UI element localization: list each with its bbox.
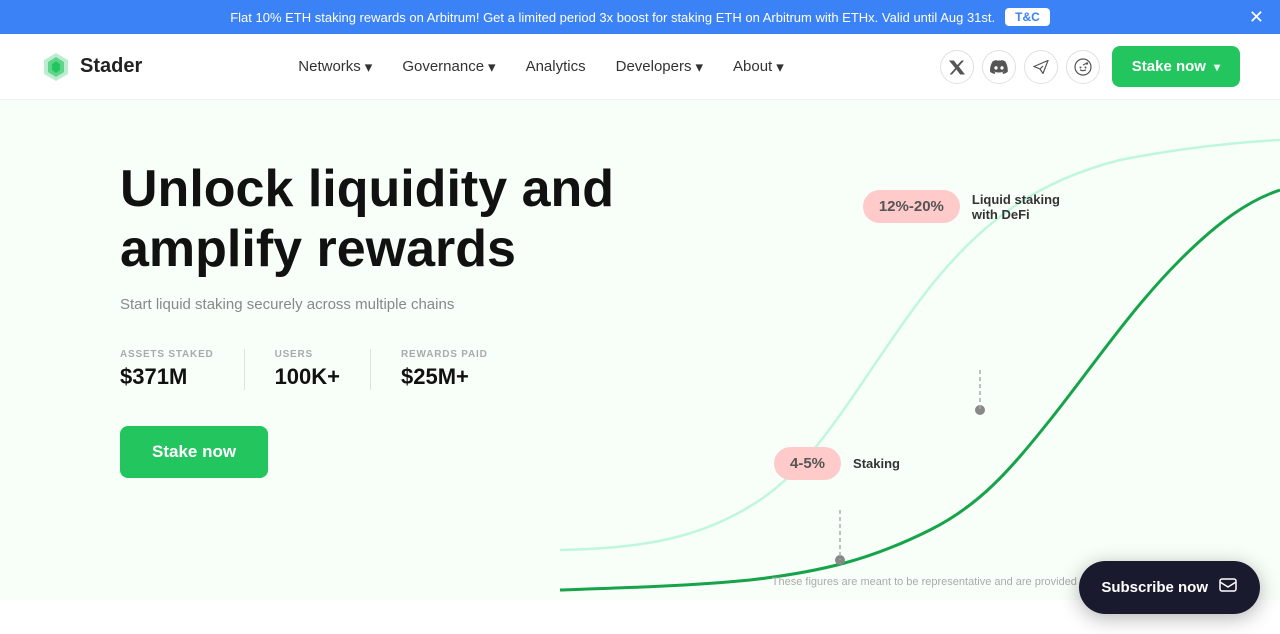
subscribe-now-button[interactable]: Subscribe now — [1079, 561, 1260, 614]
hero-content: Unlock liquidity and amplify rewards Sta… — [120, 160, 700, 478]
chevron-down-icon: ▾ — [365, 58, 373, 76]
chevron-down-icon: ▾ — [488, 58, 496, 76]
nav-governance[interactable]: Governance ▾ — [390, 50, 507, 84]
logo-text: Stader — [80, 55, 142, 78]
stat-users-value: 100K+ — [275, 364, 340, 390]
stat-users-label: USERS — [275, 349, 340, 360]
nav-networks[interactable]: Networks ▾ — [286, 50, 384, 84]
stat-rewards: REWARDS PAID $25M+ — [401, 349, 518, 390]
reddit-icon[interactable] — [1066, 50, 1100, 84]
stake-now-nav-button[interactable]: Stake now ▾ — [1112, 46, 1240, 87]
nav-about[interactable]: About ▾ — [721, 50, 796, 84]
social-icons — [940, 50, 1100, 84]
telegram-icon[interactable] — [1024, 50, 1058, 84]
staking-text-label: Staking — [853, 456, 900, 471]
defi-callout: 12%-20% Liquid stakingwith DeFi — [863, 190, 1060, 223]
stat-rewards-label: REWARDS PAID — [401, 349, 488, 360]
logo[interactable]: Stader — [40, 51, 142, 83]
stat-assets-label: ASSETS STAKED — [120, 349, 214, 360]
stat-rewards-value: $25M+ — [401, 364, 488, 390]
nav-links: Networks ▾ Governance ▾ Analytics Develo… — [286, 50, 795, 84]
defi-text-label: Liquid stakingwith DeFi — [972, 192, 1060, 222]
nav-analytics[interactable]: Analytics — [514, 50, 598, 83]
subscribe-icon — [1218, 575, 1238, 600]
staking-callout: 4-5% Staking — [774, 447, 900, 480]
navbar: Stader Networks ▾ Governance ▾ Analytics… — [0, 34, 1280, 100]
banner-text: Flat 10% ETH staking rewards on Arbitrum… — [230, 10, 995, 25]
hero-subtitle: Start liquid staking securely across mul… — [120, 296, 700, 313]
stat-users: USERS 100K+ — [275, 349, 371, 390]
top-banner: Flat 10% ETH staking rewards on Arbitrum… — [0, 0, 1280, 34]
subscribe-label: Subscribe now — [1101, 579, 1208, 596]
discord-icon[interactable] — [982, 50, 1016, 84]
tc-button[interactable]: T&C — [1005, 8, 1050, 26]
chevron-down-icon: ▾ — [1214, 60, 1220, 74]
twitter-icon[interactable] — [940, 50, 974, 84]
defi-percent-label: 12%-20% — [863, 190, 960, 223]
stats-row: ASSETS STAKED $371M USERS 100K+ REWARDS … — [120, 349, 700, 390]
stake-now-hero-button[interactable]: Stake now — [120, 426, 268, 478]
chevron-down-icon: ▾ — [776, 58, 784, 76]
banner-close-button[interactable]: ✕ — [1249, 8, 1264, 26]
logo-icon — [40, 51, 72, 83]
hero-title: Unlock liquidity and amplify rewards — [120, 160, 700, 280]
chevron-down-icon: ▾ — [695, 58, 703, 76]
hero-section: 12%-20% Liquid stakingwith DeFi 4-5% Sta… — [0, 100, 1280, 600]
nav-right: Stake now ▾ — [940, 46, 1240, 87]
stat-assets-value: $371M — [120, 364, 214, 390]
stat-assets-staked: ASSETS STAKED $371M — [120, 349, 245, 390]
staking-percent-label: 4-5% — [774, 447, 841, 480]
nav-developers[interactable]: Developers ▾ — [604, 50, 715, 84]
